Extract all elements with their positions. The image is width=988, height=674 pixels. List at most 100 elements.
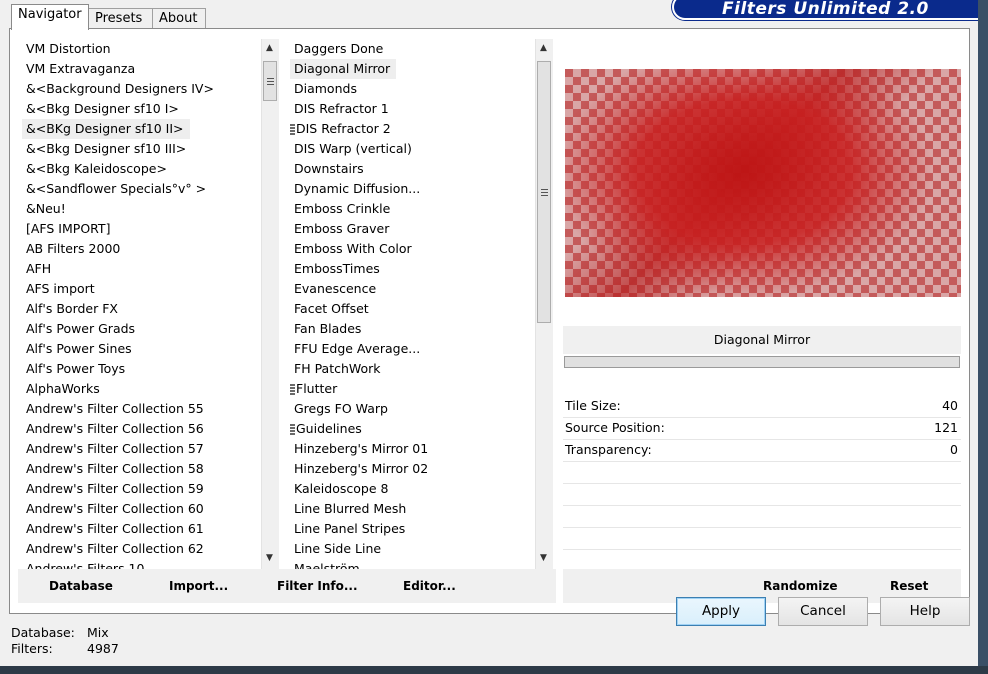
list-item[interactable]: Andrew's Filters 10 [22, 559, 258, 569]
list-item[interactable]: Emboss Graver [290, 219, 534, 239]
list-item[interactable]: Kaleidoscope 8 [290, 479, 534, 499]
list-item[interactable]: EmbossTimes [290, 259, 534, 279]
list-item[interactable]: Line Blurred Mesh [290, 499, 534, 519]
help-button[interactable]: Help [880, 597, 970, 626]
param-row-tile-size[interactable]: Tile Size: 40 [563, 395, 961, 418]
list-item[interactable]: Guidelines [290, 419, 534, 439]
list-item[interactable]: Emboss Crinkle [290, 199, 534, 219]
list-item[interactable]: &<Bkg Designer sf10 I> [22, 99, 258, 119]
list-item[interactable]: Emboss With Color [290, 239, 534, 259]
list-item[interactable]: Alf's Power Sines [22, 339, 258, 359]
tab-presets[interactable]: Presets [88, 8, 162, 29]
list-item[interactable]: Alf's Power Grads [22, 319, 258, 339]
param-value[interactable]: 121 [934, 417, 958, 439]
drag-handle-icon [290, 383, 295, 396]
list-item[interactable]: &<Background Designers IV> [22, 79, 258, 99]
list-item[interactable]: Fan Blades [290, 319, 534, 339]
list-item[interactable]: Andrew's Filter Collection 62 [22, 539, 258, 559]
list-item[interactable]: Hinzeberg's Mirror 01 [290, 439, 534, 459]
navigator-panel: VM Distortion VM Extravaganza &<Background… [9, 28, 970, 614]
param-row-source-position[interactable]: Source Position: 121 [563, 417, 961, 440]
scroll-down-icon[interactable]: ▼ [540, 553, 547, 563]
list-item[interactable]: &Neu! [22, 199, 258, 219]
list-toolbar: Database Import... Filter Info... Editor… [18, 569, 556, 603]
list-item[interactable]: Andrew's Filter Collection 57 [22, 439, 258, 459]
filter-info-button[interactable]: Filter Info... [277, 569, 358, 603]
list-item[interactable]: AFH [22, 259, 258, 279]
list-item-label: Evanescence [294, 281, 377, 296]
list-item[interactable]: Andrew's Filter Collection 61 [22, 519, 258, 539]
list-item[interactable]: FH PatchWork [290, 359, 534, 379]
list-item[interactable]: Alf's Power Toys [22, 359, 258, 379]
scroll-up-icon[interactable]: ▲ [266, 43, 273, 53]
list-item[interactable]: AFS import [22, 279, 258, 299]
list-item[interactable]: AB Filters 2000 [22, 239, 258, 259]
param-value[interactable]: 40 [942, 395, 958, 417]
list-item[interactable]: Downstairs [290, 159, 534, 179]
category-list[interactable]: VM Distortion VM Extravaganza &<Background… [22, 39, 258, 569]
list-item[interactable]: Alf's Border FX [22, 299, 258, 319]
list-item[interactable]: DIS Refractor 1 [290, 99, 534, 119]
import-button[interactable]: Import... [169, 569, 228, 603]
param-row-transparency[interactable]: Transparency: 0 [563, 439, 961, 462]
category-scrollbar[interactable]: ▲ ▼ [261, 39, 279, 569]
list-item[interactable]: Andrew's Filter Collection 60 [22, 499, 258, 519]
list-item[interactable]: Andrew's Filter Collection 58 [22, 459, 258, 479]
list-item[interactable]: FFU Edge Average... [290, 339, 534, 359]
list-item[interactable]: Andrew's Filter Collection 55 [22, 399, 258, 419]
list-item[interactable]: &<Bkg Kaleidoscope> [22, 159, 258, 179]
list-item[interactable]: Facet Offset [290, 299, 534, 319]
list-item[interactable]: Flutter [290, 379, 534, 399]
filter-scroll-thumb[interactable] [537, 61, 551, 323]
list-item[interactable]: Hinzeberg's Mirror 02 [290, 459, 534, 479]
empty-param-row [563, 461, 961, 484]
tab-navigator[interactable]: Navigator [11, 4, 89, 30]
list-item[interactable]: Line Side Line [290, 539, 534, 559]
cancel-button[interactable]: Cancel [778, 597, 868, 626]
list-item[interactable]: &<Sandflower Specials°v° > [22, 179, 258, 199]
list-item-label: Alf's Power Sines [26, 341, 132, 356]
list-item[interactable]: DIS Refractor 2 [290, 119, 534, 139]
list-item[interactable]: &<BKg Designer sf10 II> [22, 119, 258, 139]
filter-preview [565, 69, 961, 297]
editor-button[interactable]: Editor... [403, 569, 456, 603]
list-item-label: Andrew's Filter Collection 55 [26, 401, 204, 416]
list-item[interactable]: Evanescence [290, 279, 534, 299]
list-item[interactable]: Gregs FO Warp [290, 399, 534, 419]
list-item[interactable]: Andrew's Filter Collection 56 [22, 419, 258, 439]
list-item-label: Kaleidoscope 8 [294, 481, 389, 496]
list-item[interactable]: Diamonds [290, 79, 534, 99]
param-label: Source Position: [565, 420, 665, 435]
list-item[interactable]: VM Extravaganza [22, 59, 258, 79]
list-item[interactable]: Andrew's Filter Collection 59 [22, 479, 258, 499]
list-item-label: &<BKg Designer sf10 II> [26, 121, 184, 136]
list-item[interactable]: [AFS IMPORT] [22, 219, 258, 239]
tab-about[interactable]: About [152, 8, 206, 29]
list-item[interactable]: DIS Warp (vertical) [290, 139, 534, 159]
list-item-label: &<Bkg Designer sf10 III> [26, 141, 187, 156]
database-button[interactable]: Database [49, 569, 113, 603]
category-scroll-thumb[interactable] [263, 61, 277, 101]
list-item-label: Hinzeberg's Mirror 02 [294, 461, 429, 476]
list-item-label: FH PatchWork [294, 361, 381, 376]
list-item[interactable]: &<Bkg Designer sf10 III> [22, 139, 258, 159]
list-item[interactable]: Maelström [290, 559, 534, 569]
taskbar [0, 666, 988, 674]
list-item-label: Alf's Power Grads [26, 321, 136, 336]
scroll-down-icon[interactable]: ▼ [266, 553, 273, 563]
list-item[interactable]: Line Panel Stripes [290, 519, 534, 539]
list-item[interactable]: Dynamic Diffusion... [290, 179, 534, 199]
list-item[interactable]: AlphaWorks [22, 379, 258, 399]
apply-button[interactable]: Apply [676, 597, 766, 626]
list-item[interactable]: Diagonal Mirror [290, 59, 534, 79]
list-item[interactable]: Daggers Done [290, 39, 534, 59]
filter-list[interactable]: Daggers Done Diagonal Mirror Diamonds DIS R… [290, 39, 534, 569]
scroll-up-icon[interactable]: ▲ [540, 43, 547, 53]
list-item-label: Fan Blades [294, 321, 362, 336]
preview-slider[interactable] [564, 356, 960, 368]
param-value[interactable]: 0 [950, 439, 958, 461]
list-item-label: Andrew's Filter Collection 56 [26, 421, 204, 436]
filters-count-label: Filters: [11, 641, 53, 656]
filter-scrollbar[interactable]: ▲ ▼ [535, 39, 553, 569]
list-item[interactable]: VM Distortion [22, 39, 258, 59]
